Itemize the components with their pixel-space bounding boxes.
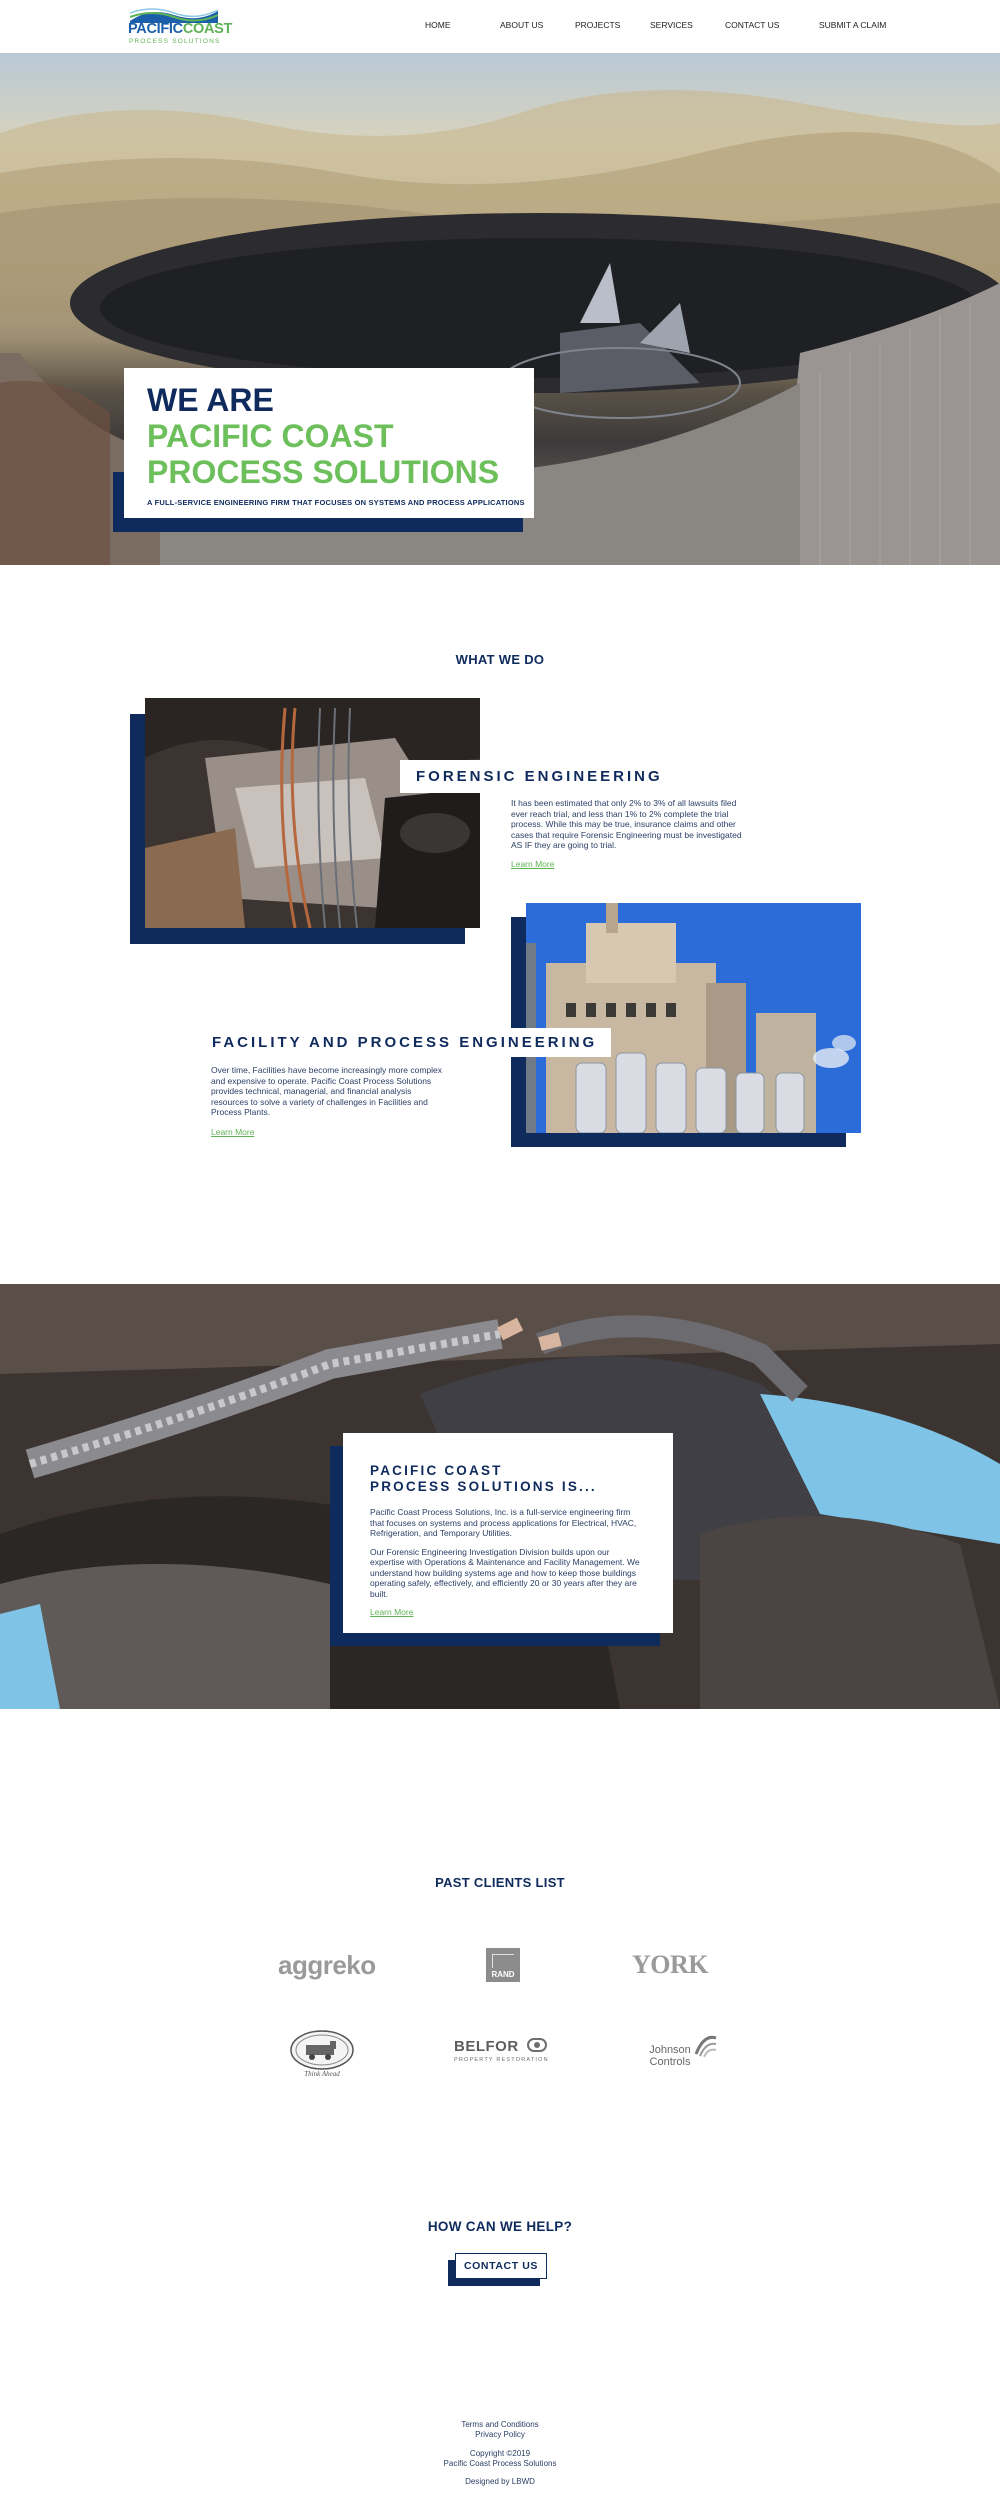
nav-submit-claim[interactable]: SUBMIT A CLAIM	[819, 20, 886, 30]
logo-subtitle: PROCESS SOLUTIONS	[129, 38, 221, 45]
client-logo-aggreko: aggreko	[278, 1950, 376, 1980]
page: PACIFICCOAST PROCESS SOLUTIONS HOME ABOU…	[0, 0, 1000, 2517]
think-ahead-text: Think Ahead	[304, 2070, 340, 2078]
hero-tagline: A FULL-SERVICE ENGINEERING FIRM THAT FOC…	[147, 498, 525, 507]
belfor-subtitle: PROPERTY RESTORATION	[454, 2057, 549, 2063]
footer-designer: Designed by LBWD	[0, 2477, 1000, 2487]
designed-by-link[interactable]: Designed by LBWD	[465, 2477, 535, 2486]
clients-title: PAST CLIENTS LIST	[435, 1875, 565, 1890]
belfor-mark-dot	[534, 2042, 541, 2048]
site-header: PACIFICCOAST PROCESS SOLUTIONS HOME ABOU…	[0, 0, 1000, 53]
forensic-learn-more-link[interactable]: Learn More	[511, 859, 554, 869]
facility-learn-more-link[interactable]: Learn More	[211, 1127, 254, 1137]
hero-title-line-3: PROCESS SOLUTIONS	[147, 454, 500, 490]
forensic-image-wires	[145, 698, 480, 928]
client-logo-johnson-controls: Johnson Controls	[642, 2034, 722, 2072]
forensic-illustration	[145, 698, 480, 928]
forensic-text: It has been estimated that only 2% to 3%…	[511, 798, 742, 850]
logo-wordmark: PACIFICCOAST	[128, 21, 233, 37]
controls-text: Controls	[649, 2056, 691, 2068]
hero-title-line-2: PACIFIC COAST	[147, 418, 394, 454]
belfor-mark-icon	[527, 2038, 548, 2052]
forensic-title: FORENSIC ENGINEERING	[400, 760, 679, 793]
facility-text: Over time, Facilities have become increa…	[211, 1065, 443, 1117]
client-logo-belfor: BELFOR PROPERTY RESTORATION	[454, 2038, 550, 2068]
train-seal-icon	[290, 2030, 354, 2070]
client-logo-york: YORK	[632, 1950, 709, 1980]
about-learn-more-link[interactable]: Learn More	[370, 1607, 413, 1617]
rand-label: RAND	[491, 1970, 515, 1979]
johnson-controls-wordmark: Johnson Controls	[642, 2044, 698, 2068]
site-logo[interactable]: PACIFICCOAST PROCESS SOLUTIONS	[128, 7, 232, 47]
client-logo-rand: RAND	[486, 1948, 520, 1982]
rand-frame-icon	[492, 1954, 514, 1968]
about-title-line-2: PROCESS SOLUTIONS IS...	[370, 1479, 597, 1494]
facility-image-plant	[526, 903, 861, 1133]
contact-us-button[interactable]: CONTACT US	[455, 2253, 547, 2279]
belfor-wordmark: BELFOR	[454, 2038, 519, 2055]
what-we-do-title: WHAT WE DO	[455, 652, 545, 667]
terms-link[interactable]: Terms and Conditions	[461, 2420, 538, 2429]
nav-projects[interactable]: PROJECTS	[575, 20, 620, 30]
johnson-swirl-icon	[694, 2035, 717, 2058]
footer-links: Terms and Conditions Privacy Policy	[0, 2420, 1000, 2440]
facility-illustration	[526, 903, 861, 1133]
about-title-line-1: PACIFIC COAST	[370, 1463, 503, 1478]
privacy-link[interactable]: Privacy Policy	[475, 2430, 525, 2439]
about-card: PACIFIC COAST PROCESS SOLUTIONS IS... Pa…	[343, 1433, 673, 1633]
johnson-text: Johnson	[649, 2044, 691, 2056]
help-title: HOW CAN WE HELP?	[427, 2219, 573, 2234]
york-label: YORK	[632, 1950, 709, 1979]
hero-card: WE ARE PACIFIC COAST PROCESS SOLUTIONS A…	[124, 368, 534, 518]
footer-copyright: Copyright ©2019 Pacific Coast Process So…	[0, 2449, 1000, 2469]
copyright-text: Copyright ©2019	[469, 2449, 531, 2458]
company-text: Pacific Coast Process Solutions	[443, 2459, 557, 2468]
nav-about-us[interactable]: ABOUT US	[500, 20, 543, 30]
about-paragraph-2: Our Forensic Engineering Investigation D…	[370, 1546, 640, 1599]
hero-title-line-1: WE ARE	[147, 382, 274, 418]
nav-services[interactable]: SERVICES	[650, 20, 693, 30]
nav-contact-us[interactable]: CONTACT US	[725, 20, 779, 30]
facility-title: FACILITY AND PROCESS ENGINEERING	[200, 1028, 612, 1057]
about-paragraph-1: Pacific Coast Process Solutions, Inc. is…	[370, 1507, 637, 1538]
nav-home[interactable]: HOME	[425, 20, 451, 30]
client-logo-think-ahead: Think Ahead	[290, 2030, 354, 2080]
